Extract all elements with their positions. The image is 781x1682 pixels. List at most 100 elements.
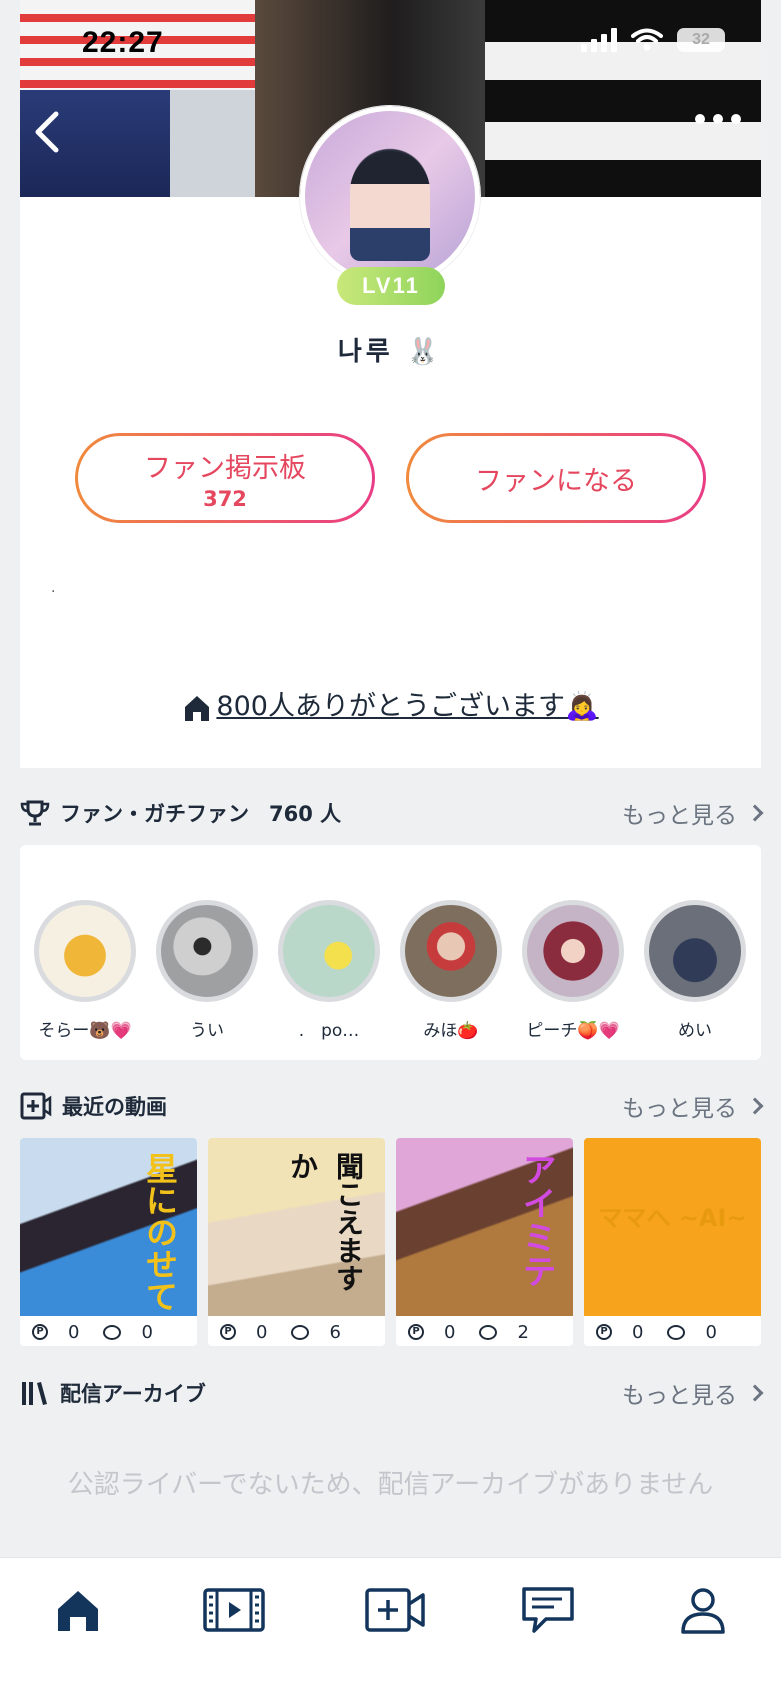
- chevron-right-icon: [746, 1097, 764, 1115]
- video-stats: P 0 0: [584, 1318, 761, 1346]
- video-stats: P 0 6: [208, 1318, 385, 1346]
- video-stats: P 0 2: [396, 1318, 573, 1346]
- archive-section-header: 配信アーカイブ もっと見る: [20, 1373, 764, 1413]
- fan-item[interactable]: みほ🍅: [396, 900, 506, 1041]
- videos-section-header: 最近の動画 もっと見る: [20, 1086, 764, 1126]
- archive-more-label: もっと見る: [622, 1383, 737, 1409]
- profile-bio: .: [51, 580, 56, 596]
- comment-icon: [103, 1324, 122, 1340]
- home-icon: [185, 695, 210, 721]
- fan-name: そらー🐻💗: [38, 1021, 132, 1041]
- fan-avatar: [156, 900, 258, 1002]
- become-fan-button[interactable]: ファンになる: [406, 433, 706, 523]
- bottom-navigation: [0, 1557, 781, 1682]
- fans-more-link[interactable]: もっと見る: [622, 796, 764, 830]
- archive-more-link[interactable]: もっと見る: [622, 1376, 764, 1410]
- video-thumbnail: 星にのせて: [20, 1138, 197, 1316]
- fan-avatar: [400, 900, 502, 1002]
- announcement-link[interactable]: 800人ありがとうございます🙇‍♀️: [0, 684, 781, 723]
- video-thumbnail: 聞こえますか: [208, 1138, 385, 1316]
- video-comments: 0: [141, 1321, 153, 1343]
- nav-profile-tab[interactable]: [668, 1580, 738, 1640]
- fans-section-header: ファン・ガチファン 760 人 もっと見る: [20, 793, 764, 833]
- comment-icon: [667, 1324, 686, 1340]
- become-fan-button-inner: ファンになる: [409, 436, 703, 520]
- video-likes: 0: [444, 1321, 456, 1343]
- fan-board-button[interactable]: ファン掲示板 372: [75, 433, 375, 523]
- nav-home-tab[interactable]: [43, 1580, 113, 1640]
- fan-name: ピーチ🍑💗: [526, 1021, 620, 1041]
- archive-section-title-group: 配信アーカイブ: [20, 1378, 206, 1408]
- video-thumbnail-title: 聞こえますか: [286, 1152, 365, 1292]
- profile-avatar[interactable]: [300, 106, 480, 286]
- back-button[interactable]: [28, 108, 68, 156]
- film-icon: [203, 1588, 265, 1632]
- nav-broadcast-tab[interactable]: [361, 1580, 431, 1640]
- announcement-text: 800人ありがとうございます🙇‍♀️: [216, 691, 599, 722]
- level-badge: LV11: [337, 267, 445, 305]
- fans-section-title-group: ファン・ガチファン 760 人: [20, 798, 341, 828]
- archive-empty-message: 公認ライバーでないため、配信アーカイブがありません: [67, 1470, 714, 1500]
- fan-board-button-inner: ファン掲示板 372: [78, 436, 372, 520]
- videos-more-label: もっと見る: [622, 1096, 737, 1122]
- fan-item[interactable]: そらー🐻💗: [30, 900, 140, 1041]
- comment-icon: [479, 1324, 498, 1340]
- video-thumbnail-title: アイミテ: [516, 1152, 556, 1288]
- fan-avatar: [644, 900, 746, 1002]
- videos-section-title: 最近の動画: [62, 1095, 167, 1119]
- fan-name: . po…: [298, 1021, 360, 1041]
- fan-avatar: [278, 900, 380, 1002]
- avatar-portrait: [350, 151, 430, 261]
- signal-icon: [581, 28, 617, 52]
- fan-item[interactable]: ピーチ🍑💗: [518, 900, 628, 1041]
- fan-avatar: [522, 900, 624, 1002]
- fan-item[interactable]: . po…: [274, 900, 384, 1041]
- chevron-right-icon: [746, 804, 764, 822]
- video-card[interactable]: アイミテ P 0 2: [396, 1138, 573, 1346]
- video-stats: P 0 0: [20, 1318, 197, 1346]
- video-comments: 6: [329, 1321, 341, 1343]
- more-options-button[interactable]: [695, 114, 741, 124]
- more-dot-icon: [731, 114, 741, 124]
- chevron-left-icon: [35, 111, 59, 153]
- point-icon: P: [220, 1324, 236, 1340]
- fan-avatar: [34, 900, 136, 1002]
- chat-icon: [522, 1587, 574, 1633]
- video-comments: 2: [517, 1321, 529, 1343]
- battery-icon: 32: [677, 28, 725, 52]
- status-icons: 32: [581, 28, 725, 52]
- wifi-icon: [631, 28, 663, 51]
- become-fan-label: ファンになる: [475, 465, 637, 497]
- videos-more-link[interactable]: もっと見る: [622, 1089, 764, 1123]
- fans-section-count: 760 人: [269, 802, 342, 826]
- video-comments: 0: [705, 1321, 717, 1343]
- point-icon: P: [408, 1324, 424, 1340]
- nav-messages-tab[interactable]: [513, 1580, 583, 1640]
- nav-videos-tab[interactable]: [199, 1580, 269, 1640]
- point-icon: P: [32, 1324, 48, 1340]
- fan-board-label: ファン掲示板: [144, 452, 306, 484]
- video-card[interactable]: 聞こえますか P 0 6: [208, 1138, 385, 1346]
- video-card[interactable]: ママへ ~AI~ P 0 0: [584, 1138, 761, 1346]
- video-add-icon: [20, 1092, 52, 1120]
- videos-section-title-group: 最近の動画: [20, 1091, 167, 1121]
- fan-name: みほ🍅: [423, 1021, 479, 1041]
- more-dot-icon: [713, 114, 723, 124]
- video-thumbnail-title: ママへ ~AI~: [598, 1204, 747, 1232]
- fans-section-title: ファン・ガチファン: [60, 802, 249, 826]
- video-card[interactable]: 星にのせて P 0 0: [20, 1138, 197, 1346]
- status-time: 22:27: [82, 26, 164, 59]
- fans-list: そらー🐻💗 うい . po… みほ🍅 ピーチ🍑💗 めい: [20, 845, 761, 1060]
- fan-item[interactable]: うい: [152, 900, 262, 1041]
- user-icon: [681, 1588, 725, 1634]
- video-likes: 0: [68, 1321, 80, 1343]
- chevron-right-icon: [746, 1384, 764, 1402]
- comment-icon: [291, 1324, 310, 1340]
- archive-section-title: 配信アーカイブ: [60, 1382, 206, 1406]
- point-icon: P: [596, 1324, 612, 1340]
- fan-item[interactable]: めい: [640, 900, 750, 1041]
- fan-board-count: 372: [203, 486, 247, 511]
- fan-name: めい: [678, 1021, 712, 1041]
- fans-more-label: もっと見る: [622, 803, 737, 829]
- video-camera-plus-icon: [365, 1588, 425, 1632]
